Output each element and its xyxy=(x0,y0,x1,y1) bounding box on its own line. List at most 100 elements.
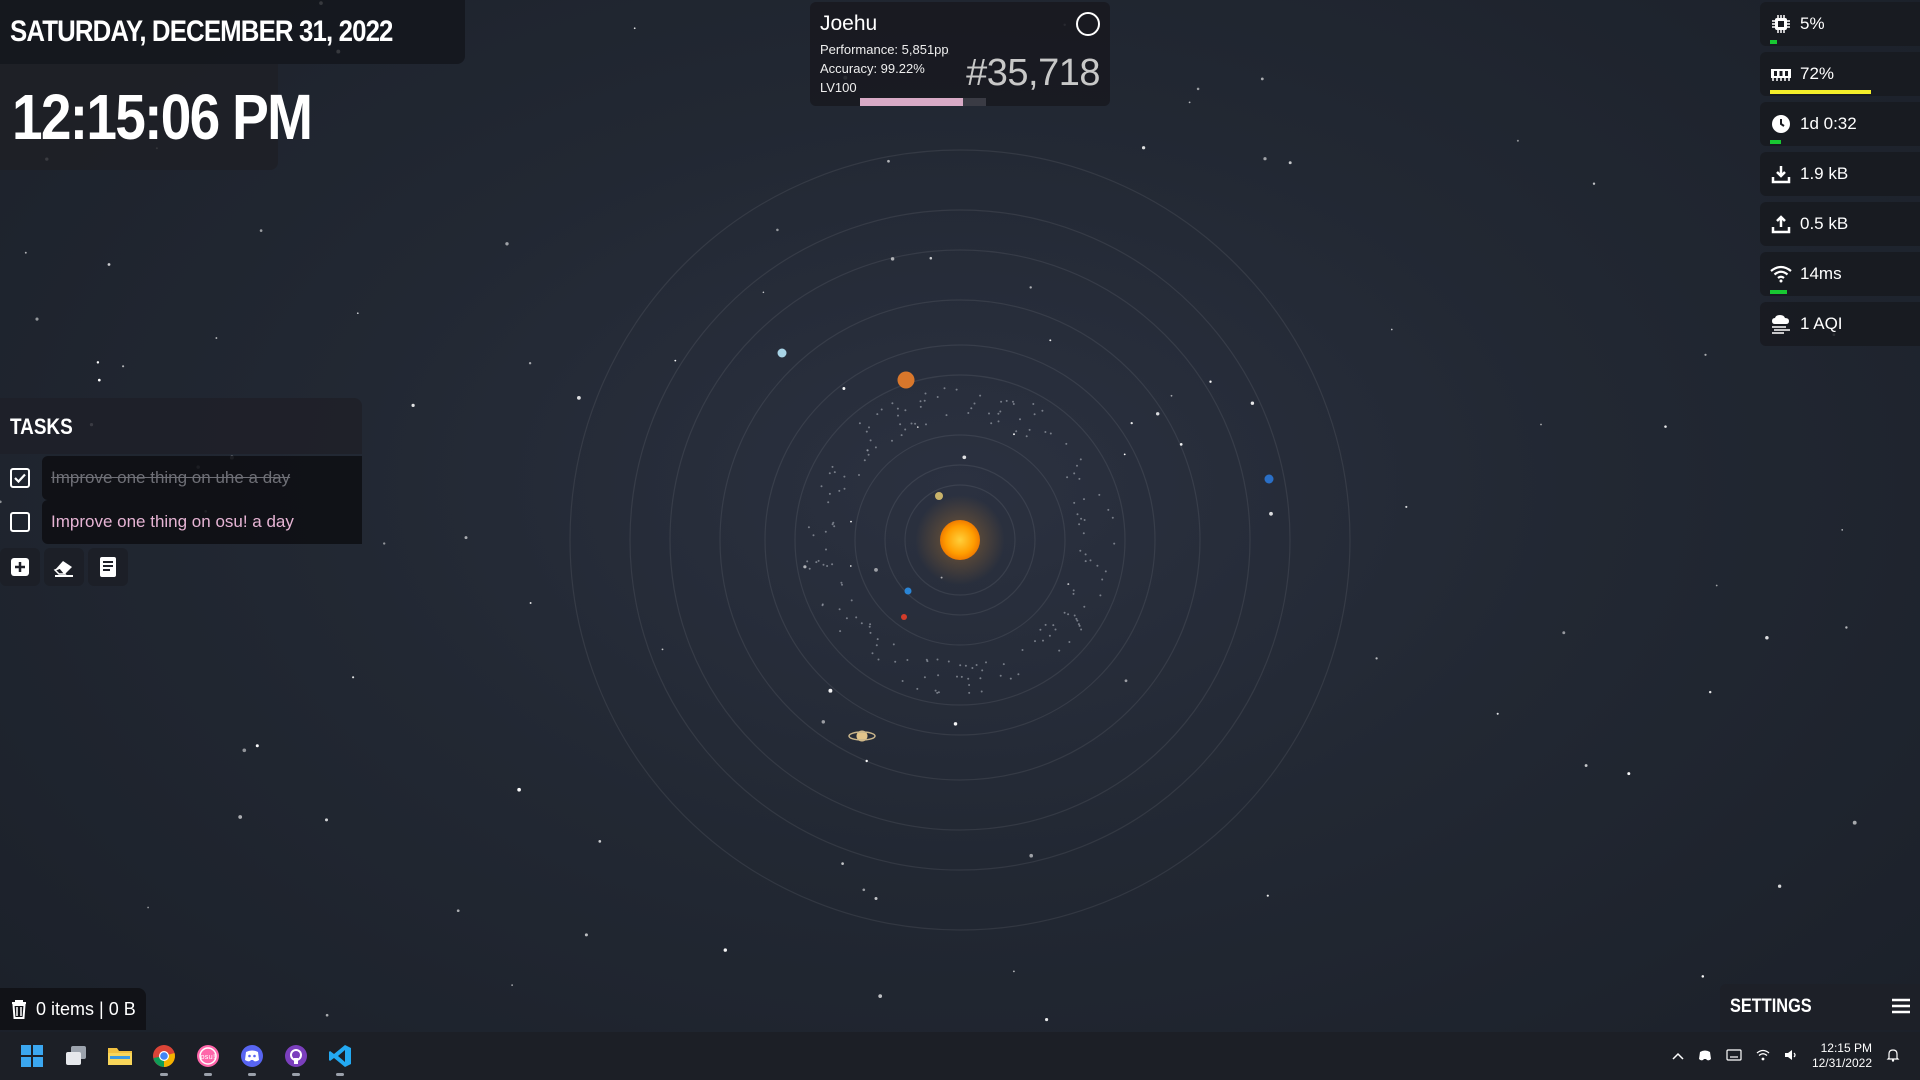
asteroid xyxy=(1002,663,1005,666)
asteroid xyxy=(947,660,950,663)
tasks-header: TASKS xyxy=(0,398,362,454)
asteroid xyxy=(1076,464,1078,467)
asteroid xyxy=(831,465,834,468)
asteroid xyxy=(1104,570,1107,573)
cpu-icon xyxy=(1770,13,1792,35)
asteroid xyxy=(831,563,834,566)
task-checkbox-unchecked[interactable] xyxy=(10,512,30,532)
planet-jupiter xyxy=(897,371,915,389)
github-desktop-icon[interactable] xyxy=(280,1040,312,1076)
discord-icon[interactable] xyxy=(236,1040,268,1076)
asteroid xyxy=(1073,501,1076,504)
add-task-button[interactable] xyxy=(0,548,40,586)
task-item[interactable]: Improve one thing on uhe a day xyxy=(0,456,362,500)
asteroid xyxy=(820,485,823,488)
asteroid xyxy=(863,459,866,462)
asteroid xyxy=(973,402,976,405)
file-explorer-icon[interactable] xyxy=(104,1040,136,1072)
asteroid xyxy=(858,422,861,425)
asteroid xyxy=(827,501,830,504)
asteroid xyxy=(919,400,922,403)
asteroid xyxy=(1073,614,1076,617)
asteroid xyxy=(1000,400,1003,403)
asteroid xyxy=(980,690,983,693)
asteroid xyxy=(855,616,858,619)
asteroid xyxy=(1068,641,1071,643)
asteroid xyxy=(874,446,877,449)
keyboard-icon[interactable] xyxy=(1726,1048,1742,1064)
asteroid xyxy=(1033,413,1036,416)
asteroid xyxy=(945,414,948,417)
volume-icon[interactable] xyxy=(1784,1049,1798,1064)
asteroid xyxy=(988,412,990,415)
asteroid xyxy=(1015,430,1018,433)
stat-upload: 0.5 kB xyxy=(1760,202,1920,246)
asteroid xyxy=(1073,472,1076,475)
asteroid xyxy=(828,472,831,475)
asteroid xyxy=(985,661,987,664)
windows-start-icon[interactable] xyxy=(16,1040,48,1072)
date-display: SATURDAY, DECEMBER 31, 2022 xyxy=(0,0,465,64)
osu-profile-widget[interactable]: Joehu Performance: 5,851pp Accuracy: 99.… xyxy=(810,2,1110,106)
taskbar-clock[interactable]: 12:15 PM 12/31/2022 xyxy=(1812,1041,1872,1071)
asteroid xyxy=(936,691,939,694)
asteroid xyxy=(943,387,946,390)
asteroid xyxy=(841,583,843,586)
notification-bell-icon[interactable] xyxy=(1886,1048,1900,1065)
asteroid xyxy=(900,434,903,437)
asteroid xyxy=(880,408,883,411)
task-item[interactable]: Improve one thing on osu! a day xyxy=(0,500,362,544)
notebook-icon xyxy=(100,557,116,577)
profile-rank: #35,718 xyxy=(966,52,1100,94)
asteroid xyxy=(914,422,917,425)
task-checkbox-checked[interactable] xyxy=(10,468,30,488)
hamburger-menu-icon[interactable] xyxy=(1892,998,1910,1014)
asteroid xyxy=(926,660,929,663)
asteroid xyxy=(925,423,927,426)
asteroid xyxy=(806,560,809,563)
settings-panel[interactable]: SETTINGS xyxy=(1720,984,1920,1030)
asteroid xyxy=(871,652,874,655)
taskbar-time: 12:15 PM xyxy=(1820,1041,1872,1055)
stat-value: 5% xyxy=(1800,14,1825,33)
asteroid xyxy=(1078,477,1081,480)
wifi-tray-icon[interactable] xyxy=(1756,1049,1770,1064)
asteroid xyxy=(1078,624,1081,627)
planet-neptune xyxy=(1264,474,1274,484)
asteroid xyxy=(901,680,904,682)
stat-usage-bar xyxy=(1770,40,1777,44)
asteroid xyxy=(1072,592,1075,595)
asteroid xyxy=(979,394,982,397)
asteroid xyxy=(910,422,913,425)
asteroid xyxy=(979,677,982,680)
asteroid xyxy=(858,474,860,476)
recycle-bin-widget[interactable]: 0 items | 0 B xyxy=(0,988,146,1030)
osu-circle-icon xyxy=(1076,12,1100,36)
asteroid xyxy=(1083,498,1085,501)
asteroid xyxy=(875,644,878,647)
asteroid xyxy=(843,475,846,478)
asteroid xyxy=(1113,542,1116,545)
air-quality-icon xyxy=(1770,313,1792,335)
osu-icon[interactable]: osu! xyxy=(192,1040,224,1076)
clear-done-button[interactable] xyxy=(44,548,84,586)
task-view-icon[interactable] xyxy=(60,1040,92,1072)
asteroid xyxy=(1101,578,1104,581)
task-text[interactable]: Improve one thing on osu! a day xyxy=(42,500,362,544)
chevron-up-icon[interactable] xyxy=(1672,1049,1684,1063)
asteroid xyxy=(839,630,842,633)
notes-button[interactable] xyxy=(88,548,128,586)
asteroid xyxy=(860,622,863,625)
discord-tray-icon[interactable] xyxy=(1698,1049,1712,1064)
chrome-icon[interactable] xyxy=(148,1040,180,1076)
task-text-done[interactable]: Improve one thing on uhe a day xyxy=(42,456,362,500)
asteroid xyxy=(840,581,843,584)
asteroid xyxy=(838,608,841,611)
stat-value: 1 AQI xyxy=(1800,314,1843,333)
asteroid xyxy=(1065,442,1068,445)
asteroid xyxy=(824,530,827,533)
vscode-icon[interactable] xyxy=(324,1040,356,1076)
asteroid xyxy=(1089,559,1092,562)
stat-value: 14ms xyxy=(1800,264,1842,283)
asteroid xyxy=(822,563,825,566)
